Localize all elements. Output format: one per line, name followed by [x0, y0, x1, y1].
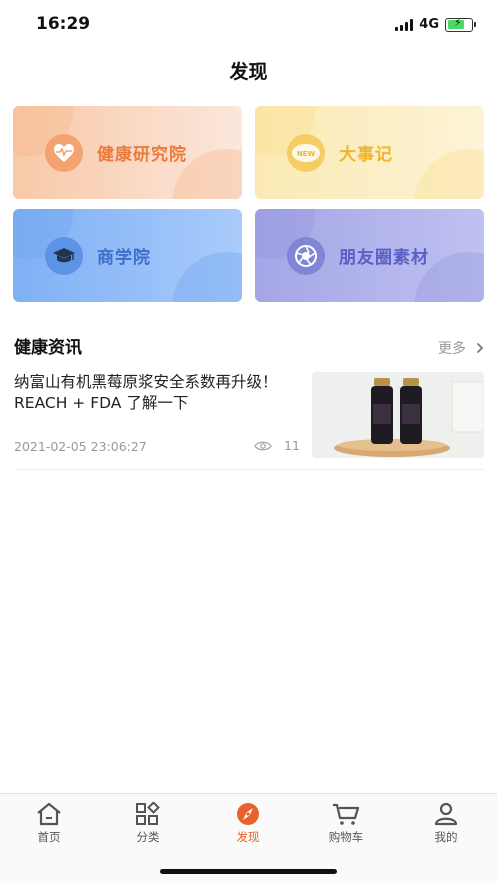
home-icon	[37, 802, 61, 826]
eye-icon	[254, 441, 272, 450]
signal-icon	[395, 18, 414, 31]
battery-icon: ⚡	[445, 16, 476, 32]
tile-milestones[interactable]: NEW 大事记	[255, 106, 484, 199]
tab-profile[interactable]: 我的	[416, 802, 476, 845]
article-date: 2021-02-05 23:06:27	[14, 439, 147, 454]
user-icon	[434, 802, 458, 826]
tile-health-institute[interactable]: 健康研究院	[13, 106, 242, 199]
tab-cart[interactable]: 购物车	[316, 802, 376, 845]
tile-moments-material[interactable]: 朋友圈素材	[255, 209, 484, 302]
status-indicators: 4G ⚡	[395, 16, 476, 32]
status-time: 16:29	[36, 14, 91, 34]
article-thumbnail	[312, 372, 484, 458]
article-title: 纳富山有机黑莓原浆安全系数再升级！REACH + FDA 了解一下	[14, 373, 278, 412]
tab-label: 分类	[136, 830, 160, 844]
network-type: 4G	[419, 17, 439, 32]
tab-label: 首页	[37, 830, 61, 844]
bottom-tab-bar: 首页 分类 发现 购物车 我的	[0, 793, 497, 883]
tab-label: 我的	[434, 830, 458, 844]
page-title: 发现	[229, 61, 268, 83]
more-link[interactable]: 更多	[438, 335, 484, 361]
chevron-right-icon	[476, 342, 484, 354]
tile-business-school[interactable]: 商学院	[13, 209, 242, 302]
tile-label: 健康研究院	[97, 145, 187, 165]
tab-label: 发现	[236, 830, 260, 844]
status-bar: 16:29 4G ⚡	[0, 0, 497, 50]
cart-icon	[333, 803, 360, 825]
aperture-icon	[287, 236, 325, 275]
section-title: 健康资讯	[14, 338, 82, 358]
tile-label: 朋友圈素材	[339, 248, 429, 268]
article-views: 11	[254, 438, 300, 453]
news-section-header: 健康资讯 更多	[14, 335, 484, 361]
tab-discover[interactable]: 发现	[218, 802, 278, 845]
tab-home[interactable]: 首页	[19, 802, 79, 845]
tab-category[interactable]: 分类	[118, 802, 178, 845]
tile-label: 大事记	[339, 145, 393, 165]
news-article[interactable]: 纳富山有机黑莓原浆安全系数再升级！REACH + FDA 了解一下 2021-0…	[14, 372, 484, 470]
more-label: 更多	[438, 341, 466, 357]
nav-header: 发现	[0, 50, 497, 94]
compass-icon	[237, 803, 259, 825]
svg-text:NEW: NEW	[297, 150, 316, 158]
tile-label: 商学院	[97, 248, 151, 268]
view-count: 11	[284, 438, 300, 453]
discover-content: 健康研究院 NEW 大事记 商学院 朋友圈素材 健康资讯 更多 纳富山有机黑莓原…	[0, 94, 497, 794]
new-badge-icon: NEW	[287, 133, 325, 172]
heart-pulse-icon	[45, 133, 83, 172]
tab-label: 购物车	[328, 830, 364, 844]
home-indicator	[160, 869, 337, 874]
category-grid-icon	[136, 802, 160, 825]
graduation-cap-icon	[45, 236, 83, 275]
